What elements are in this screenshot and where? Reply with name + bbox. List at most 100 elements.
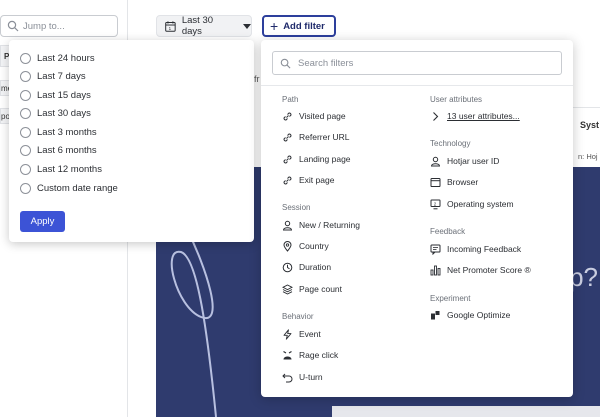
filter-item-label: Duration (299, 262, 332, 272)
filter-item-label: Hotjar user ID (447, 156, 500, 166)
filter-item-browser[interactable]: Browser (430, 175, 478, 189)
user-attributes-link[interactable]: 13 user attributes... (447, 111, 520, 121)
divider (261, 85, 573, 86)
filter-item-label: Net Promoter Score ® (447, 265, 531, 275)
radio-button[interactable] (20, 182, 31, 194)
google-optimize-icon (431, 310, 440, 319)
filter-item-hotjar-user-id[interactable]: Hotjar user ID (430, 154, 499, 168)
location-pin-icon (283, 240, 292, 252)
link-icon (283, 155, 292, 163)
feedback-icon (430, 244, 441, 255)
filter-item-label: Page count (299, 284, 343, 294)
link-icon (283, 176, 292, 184)
preview-footer (332, 406, 600, 417)
date-option-label: Last 30 days (37, 107, 91, 119)
date-option[interactable]: Last 7 days (20, 68, 86, 84)
filter-item-incoming-feedback[interactable]: Incoming Feedback (430, 242, 521, 256)
link-icon (283, 112, 292, 120)
section-heading-experiment: Experiment (430, 294, 471, 303)
filter-item-label: Landing page (299, 154, 351, 164)
radio-button[interactable] (20, 163, 31, 175)
filter-item-u-turn[interactable]: U-turn (282, 370, 323, 384)
monitor-icon: 2 (430, 199, 441, 209)
date-option[interactable]: Last 15 days (20, 87, 91, 103)
search-icon (280, 58, 291, 68)
filter-item-label: Operating system (447, 199, 514, 209)
filter-item-landing-page[interactable]: Landing page (282, 152, 351, 166)
section-heading-user-attributes: User attributes (430, 95, 483, 104)
filter-item-page-count[interactable]: Page count (282, 282, 342, 296)
chevron-right-icon (433, 111, 439, 121)
stack-icon (282, 283, 293, 295)
system-tab-label: Syst (580, 120, 600, 130)
angry-face-icon (283, 350, 292, 359)
lightning-icon (283, 328, 292, 340)
filter-item-referrer-url[interactable]: Referrer URL (282, 130, 350, 144)
filter-item-label: Rage click (299, 350, 339, 360)
date-option-label: Last 12 months (37, 163, 102, 175)
filter-item-duration[interactable]: Duration (282, 260, 331, 274)
background-label: n: Hoj (578, 152, 598, 161)
section-heading-behavior: Behavior (282, 312, 314, 321)
background-text: fr (254, 74, 260, 84)
section-heading-feedback: Feedback (430, 227, 466, 236)
filter-item-operating-system[interactable]: 2 Operating system (430, 197, 514, 211)
filter-item-rage-click[interactable]: Rage click (282, 348, 338, 362)
filter-item-visited-page[interactable]: Visited page (282, 109, 346, 123)
radio-button[interactable] (20, 107, 31, 119)
filter-item-label: Google Optimize (447, 310, 511, 320)
search-filters-input[interactable]: Search filters (272, 51, 562, 75)
add-filter-label: Add filter (283, 20, 325, 32)
link-icon (283, 133, 292, 141)
u-turn-icon (282, 373, 293, 382)
date-option[interactable]: Last 12 months (20, 161, 102, 177)
date-range-menu: Last 24 hours Last 7 days Last 15 days L… (9, 40, 254, 242)
filter-item-label: New / Returning (299, 220, 360, 230)
filter-item-exit-page[interactable]: Exit page (282, 173, 334, 187)
jump-to-placeholder: Jump to... (23, 20, 65, 32)
svg-text:1: 1 (169, 25, 172, 30)
filter-item-label: Browser (447, 177, 479, 187)
browser-window-icon (430, 177, 441, 187)
preview-heading: p? (569, 262, 598, 292)
date-option[interactable]: Last 30 days (20, 105, 91, 121)
filter-item-user-attributes[interactable]: 13 user attributes... (430, 109, 520, 123)
radio-button[interactable] (20, 70, 31, 82)
radio-button[interactable] (20, 89, 31, 101)
bar-chart-icon (430, 265, 441, 275)
radio-button[interactable] (20, 126, 31, 138)
filter-item-country[interactable]: Country (282, 239, 329, 253)
date-option-label: Last 7 days (37, 70, 86, 82)
radio-button[interactable] (20, 144, 31, 156)
date-option-label: Last 24 hours (37, 52, 95, 64)
filter-item-label: Referrer URL (299, 132, 350, 142)
date-option[interactable]: Last 6 months (20, 142, 97, 158)
clock-icon (282, 262, 293, 272)
svg-text:2: 2 (434, 201, 437, 206)
filter-item-label: Incoming Feedback (447, 244, 522, 254)
date-option[interactable]: Last 3 months (20, 124, 97, 140)
filter-menu: Search filters Path Visited page Referre… (261, 40, 573, 397)
filter-item-label: Exit page (299, 175, 335, 185)
filter-item-net-promoter-score[interactable]: Net Promoter Score ® (430, 263, 531, 277)
date-option[interactable]: Custom date range (20, 180, 118, 196)
date-option-label: Last 6 months (37, 144, 97, 156)
apply-button[interactable]: Apply (20, 211, 65, 232)
date-range-button[interactable]: 1 Last 30 days (156, 15, 252, 37)
date-option-label: Last 15 days (37, 89, 91, 101)
date-range-label: Last 30 days (181, 15, 214, 37)
radio-button[interactable] (20, 52, 31, 64)
chevron-down-icon (243, 23, 251, 29)
filter-item-google-optimize[interactable]: Google Optimize (430, 308, 510, 322)
calendar-icon: 1 (165, 20, 176, 32)
section-heading-path: Path (282, 95, 299, 104)
search-filters-placeholder: Search filters (298, 57, 354, 69)
filter-item-event[interactable]: Event (282, 327, 321, 341)
section-heading-technology: Technology (430, 139, 471, 148)
plus-icon: + (270, 18, 279, 34)
section-heading-session: Session (282, 203, 311, 212)
date-option[interactable]: Last 24 hours (20, 50, 95, 66)
filter-item-new-returning[interactable]: New / Returning (282, 218, 360, 232)
add-filter-button[interactable]: + Add filter (262, 15, 336, 37)
jump-to-input[interactable]: Jump to... (0, 15, 118, 37)
